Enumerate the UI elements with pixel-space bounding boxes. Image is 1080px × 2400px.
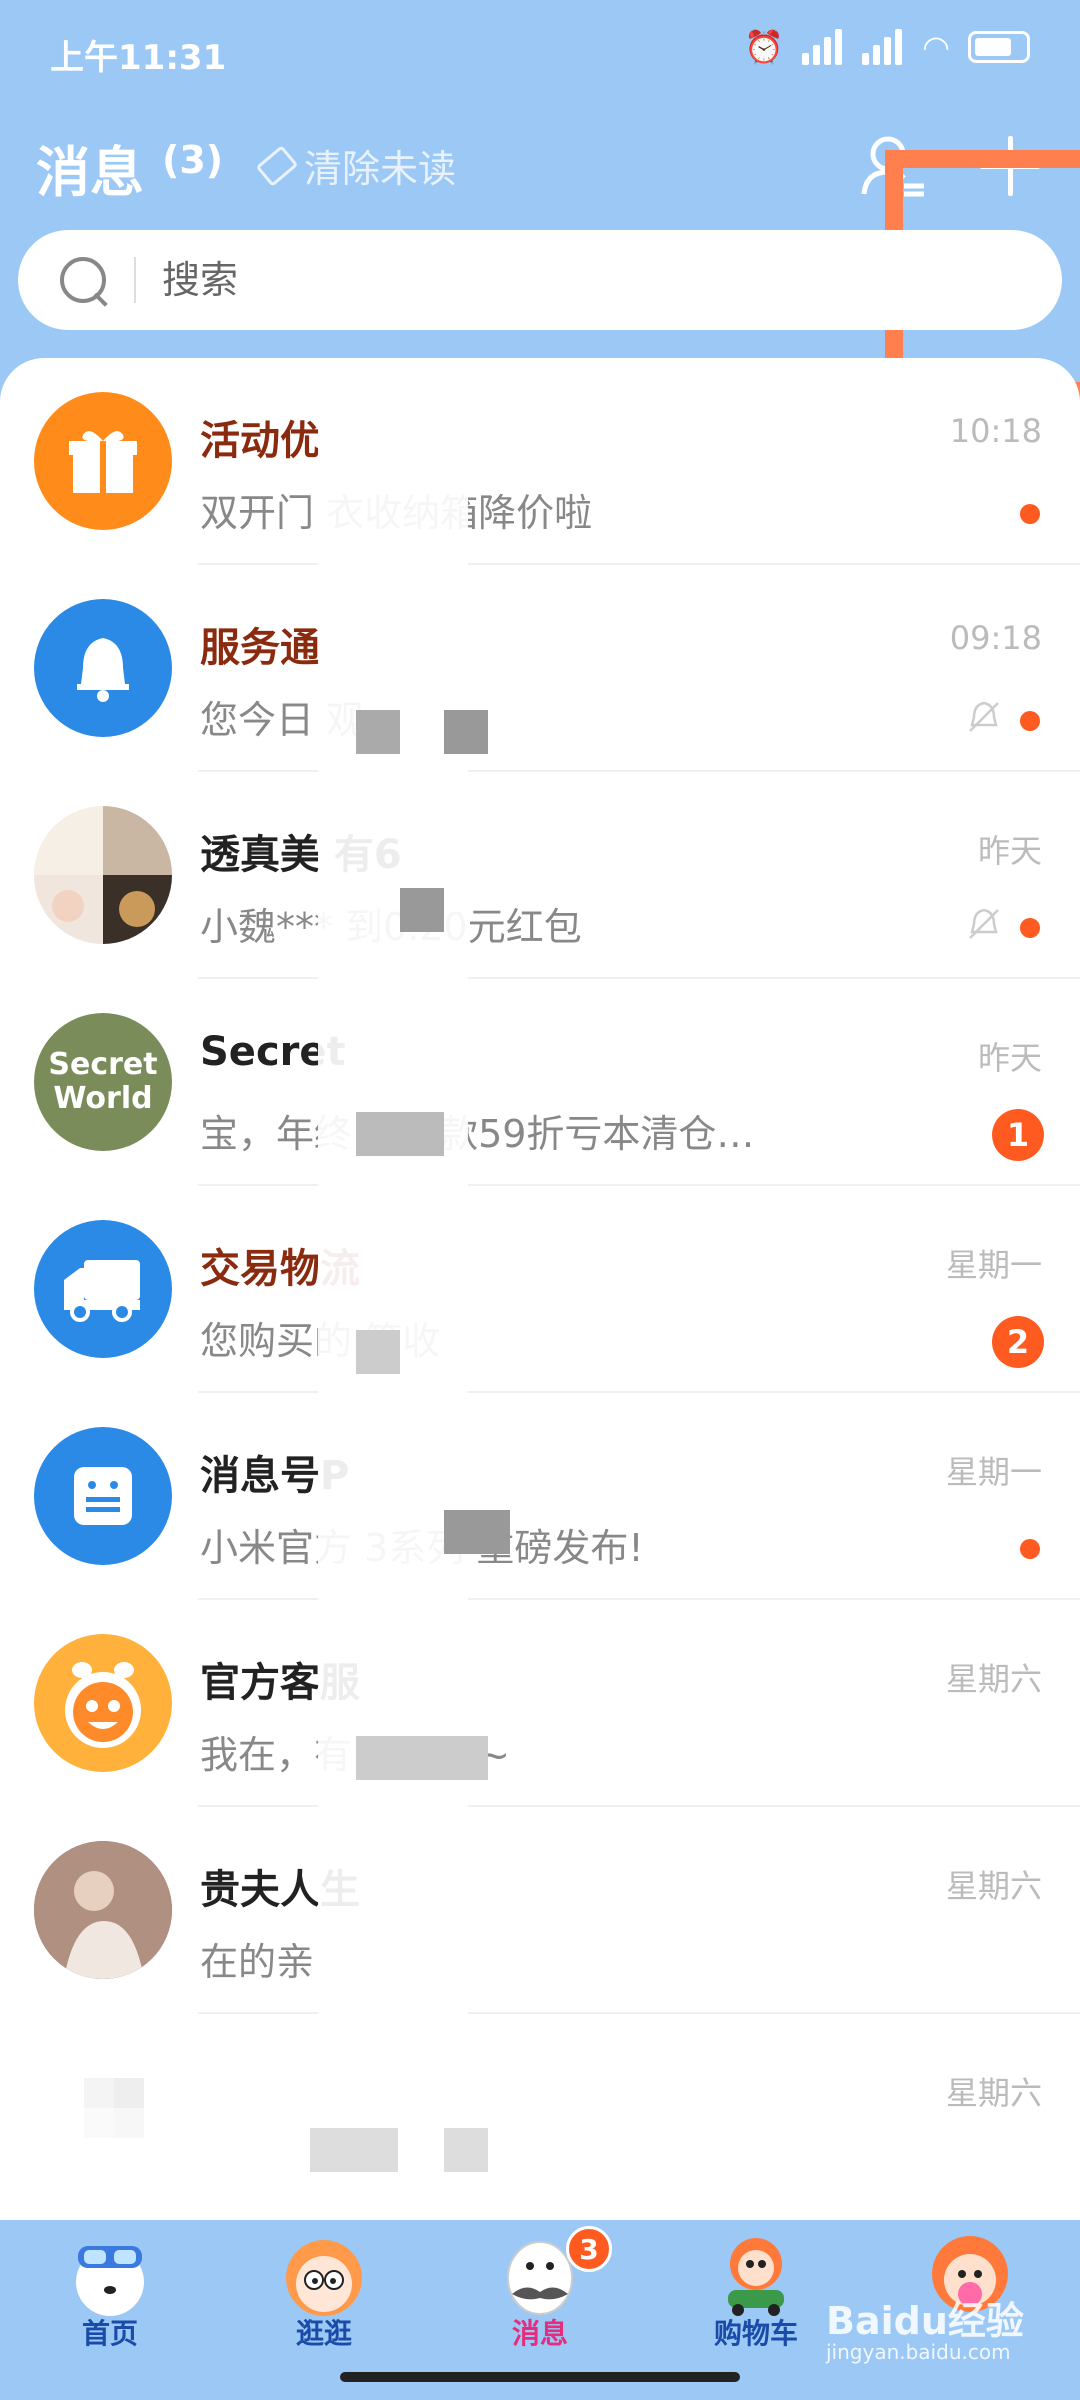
status-time: 上午11:31 xyxy=(50,38,227,78)
conversation-preview: 小魏*** 到0.20元红包 xyxy=(200,905,582,949)
unread-dot xyxy=(1020,504,1040,524)
nav-label: 逛逛 xyxy=(295,2317,352,2350)
conversation-time: 10:18 xyxy=(949,412,1042,450)
mute-icon xyxy=(969,701,999,732)
conversation-preview: 我在，有 时找我~ xyxy=(200,1733,510,1777)
unread-badge: 2 xyxy=(992,1316,1044,1368)
nav-label: 消息 xyxy=(511,2317,568,2350)
mosaic-block xyxy=(356,1736,488,1780)
battery-icon xyxy=(968,31,1030,63)
blurred-avatar xyxy=(34,2048,172,2186)
conversation-name: 服务通 xyxy=(200,625,320,671)
cart-mascot-icon xyxy=(728,2238,784,2316)
conversation-item[interactable]: Secret World Secret 宝，年终 几十款59折亏本清仓… 昨天 … xyxy=(0,979,1080,1186)
header: 消息 (3) 清除未读 xyxy=(0,110,1080,400)
home-indicator[interactable] xyxy=(340,2372,740,2382)
gift-icon xyxy=(34,392,172,530)
conversation-item[interactable]: 贵夫人生 在的亲 星期六 xyxy=(0,1807,1080,2014)
nav-explore[interactable]: 逛逛 xyxy=(244,2220,404,2354)
photo-avatar xyxy=(34,1841,172,1979)
conversation-name: 活动优 xyxy=(200,418,320,464)
conversation-preview: 小米官方 3系列 重磅发布! xyxy=(200,1526,644,1570)
alarm-icon: ⏰ xyxy=(744,28,785,66)
mosaic-block xyxy=(356,1330,400,1374)
signal-icon xyxy=(802,29,844,65)
clear-unread-label: 清除未读 xyxy=(304,147,457,191)
bell-icon xyxy=(34,599,172,737)
conversation-preview: 宝，年终 几十款59折亏本清仓… xyxy=(200,1112,755,1156)
contacts-icon[interactable] xyxy=(858,130,928,200)
conversation-preview: 在的亲 xyxy=(200,1940,315,1984)
conversation-item[interactable]: 消息号P 小米官方 3系列 重磅发布! 星期一 xyxy=(0,1393,1080,1600)
unread-dot xyxy=(1020,1539,1040,1559)
status-icons: ⏰ ◠ xyxy=(744,28,1030,66)
service-mascot-icon xyxy=(34,1634,172,1772)
watermark: Baidu经验 xyxy=(826,2299,1024,2343)
watermark-sub: jingyan.baidu.com xyxy=(826,2340,1011,2364)
mosaic-block xyxy=(356,710,400,754)
mosaic-block xyxy=(444,710,488,754)
search-bar[interactable] xyxy=(18,230,1062,330)
nav-home[interactable]: 首页 xyxy=(30,2220,190,2354)
unread-dot xyxy=(1020,918,1040,938)
conversation-time: 星期一 xyxy=(945,1453,1042,1491)
wifi-icon: ◠ xyxy=(922,28,950,66)
messages-badge: 3 xyxy=(566,2226,612,2272)
unread-count: (3) xyxy=(162,138,224,182)
conversation-list: 活动优 双开门 衣收纳箱降价啦 10:18 服务通 您今日 观 09:18 透真… xyxy=(0,358,1080,2220)
redaction-mosaic xyxy=(318,358,468,2158)
secret-world-logo: Secret World xyxy=(34,1013,172,1151)
signal-icon-2 xyxy=(862,29,904,65)
nav-cart[interactable]: 购物车 xyxy=(676,2220,836,2354)
conversation-time: 昨天 xyxy=(977,832,1042,870)
clear-unread-button[interactable]: 清除未读 xyxy=(255,138,457,193)
conversation-time: 星期六 xyxy=(945,1867,1042,1905)
group-avatar xyxy=(34,806,172,944)
conversation-preview: 您今日 观 xyxy=(200,698,365,742)
plus-icon[interactable] xyxy=(980,136,1040,196)
mosaic-block xyxy=(444,2128,488,2172)
truck-icon xyxy=(34,1220,172,1358)
status-bar: 上午11:31 ⏰ ◠ xyxy=(0,0,1080,100)
conversation-time: 星期一 xyxy=(945,1246,1042,1284)
conversation-time: 星期六 xyxy=(945,2074,1042,2112)
mosaic-block xyxy=(400,888,444,932)
eraser-icon xyxy=(255,144,299,187)
message-box-icon xyxy=(34,1427,172,1565)
conversation-item[interactable]: 活动优 双开门 衣收纳箱降价啦 10:18 xyxy=(0,358,1080,565)
search-icon xyxy=(58,255,108,305)
conversation-time: 昨天 xyxy=(977,1039,1042,1077)
home-mascot-icon xyxy=(76,2246,144,2316)
unread-dot xyxy=(1020,711,1040,731)
conversation-item[interactable]: 服务通 您今日 观 09:18 xyxy=(0,565,1080,772)
conversation-preview: 您购买的 签收 xyxy=(200,1319,440,1363)
conversation-preview: 双开门 衣收纳箱降价啦 xyxy=(200,491,592,535)
conversation-item[interactable]: 透真美 有6 小魏*** 到0.20元红包 昨天 xyxy=(0,772,1080,979)
search-input[interactable] xyxy=(162,258,862,302)
mute-icon xyxy=(969,908,999,939)
nav-messages[interactable]: 消息 3 xyxy=(460,2220,620,2354)
conversation-time: 星期六 xyxy=(945,1660,1042,1698)
page-title: 消息 xyxy=(36,141,144,204)
logo-text: Secret World xyxy=(48,1047,158,1116)
conversation-item[interactable]: 交易物流 您购买的 签收 星期一 2 xyxy=(0,1186,1080,1393)
mosaic-block xyxy=(310,2128,398,2172)
nav-label: 首页 xyxy=(81,2317,138,2350)
unread-badge: 1 xyxy=(992,1109,1044,1161)
mosaic-block xyxy=(444,1510,510,1554)
nav-label: 购物车 xyxy=(713,2317,798,2350)
explore-mascot-icon xyxy=(286,2240,362,2316)
mosaic-block xyxy=(356,1112,444,1156)
conversation-item[interactable]: 官方客服 我在，有 时找我~ 星期六 xyxy=(0,1600,1080,1807)
search-divider xyxy=(134,257,136,303)
conversation-time: 09:18 xyxy=(949,619,1042,657)
conversation-item[interactable]: 星期六 xyxy=(0,2014,1080,2220)
